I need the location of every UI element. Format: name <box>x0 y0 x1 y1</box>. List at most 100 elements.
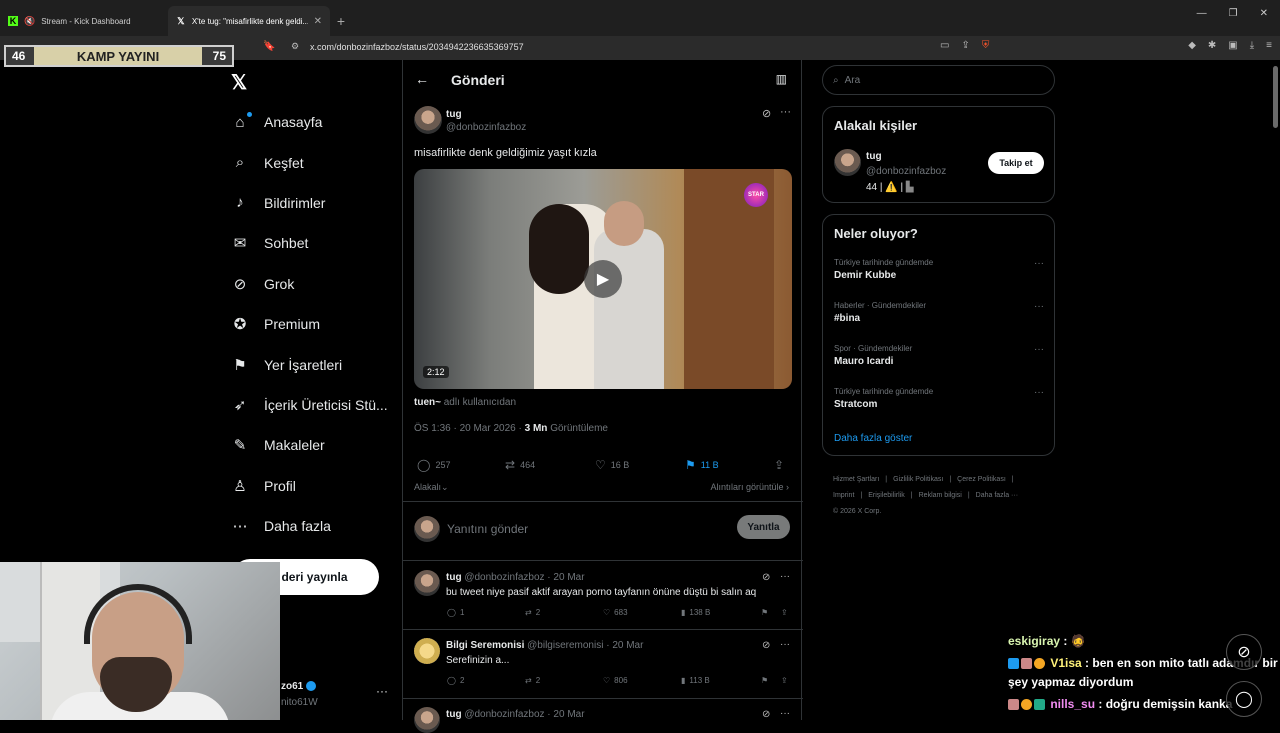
bookmark-action[interactable]: ⚑ <box>761 608 768 617</box>
nav-item-bookmarks[interactable]: ⚑ Yer İşaretleri <box>230 344 400 384</box>
more-options-icon[interactable]: ··· <box>780 639 790 650</box>
minimize-icon[interactable]: — <box>1197 8 1207 19</box>
footer-link[interactable]: Hizmet Şartları <box>833 476 879 483</box>
reply-author-name[interactable]: tug <box>446 572 462 583</box>
scrollbar[interactable] <box>1273 66 1278 128</box>
close-tab-icon[interactable]: ✕ <box>314 16 322 27</box>
mute-icon[interactable]: 🔇 <box>24 16 35 27</box>
avatar[interactable] <box>414 570 440 596</box>
share-action[interactable]: ⇪ <box>774 458 784 472</box>
nav-item-messages[interactable]: ✉ Sohbet <box>230 223 400 263</box>
footer-link[interactable]: Daha fazla ··· <box>976 492 1018 499</box>
close-window-icon[interactable]: ✕ <box>1260 8 1268 19</box>
tweet-author-name[interactable]: tug <box>446 109 462 120</box>
more-options-icon[interactable]: ··· <box>1034 258 1044 269</box>
nav-item-more[interactable]: ⋯ Daha fazla <box>230 506 400 546</box>
grok-icon[interactable]: ⊘ <box>762 572 770 583</box>
wallet-icon[interactable]: ▣ <box>1228 40 1237 51</box>
account-name[interactable]: zo61 <box>281 681 317 692</box>
bookmark-page-icon[interactable]: 🔖 <box>263 41 275 52</box>
chat-fab-icon[interactable]: ◯ <box>1226 681 1262 717</box>
bookmark-action[interactable]: ⚑ <box>761 676 768 685</box>
avatar[interactable] <box>414 638 440 664</box>
back-arrow-icon[interactable]: ← <box>415 71 429 87</box>
maximize-icon[interactable]: ❐ <box>1229 8 1238 19</box>
footer-link[interactable]: Çerez Politikası <box>957 476 1006 483</box>
tab-x-post[interactable]: 𝕏 X'te tug: "misafirlikte denk geldi... … <box>168 6 330 36</box>
more-options-icon[interactable]: ··· <box>1034 344 1044 355</box>
nav-item-grok[interactable]: ⊘ Grok <box>230 264 400 304</box>
nav-item-profile[interactable]: ♙ Profil <box>230 466 400 506</box>
download-icon[interactable]: ⤓ <box>1250 40 1254 51</box>
translator-name[interactable]: tuen~ <box>414 397 441 408</box>
reply-action[interactable]: ◯ 257 <box>417 458 450 472</box>
trend-item[interactable]: Türkiye tarihinde gündemde Stratcom ··· <box>834 387 1044 410</box>
nav-item-notifications[interactable]: ♪ Bildirimler <box>230 183 400 223</box>
footer-link[interactable]: Gizlilik Politikası <box>893 476 943 483</box>
related-user-handle[interactable]: @donbozinfazboz <box>866 166 946 177</box>
bookmark-action[interactable]: ⚑ 11 B <box>685 458 719 472</box>
nav-item-explore[interactable]: ⌕ Keşfet <box>230 142 400 182</box>
grok-fab-icon[interactable]: ⊘ <box>1226 634 1262 670</box>
share-action[interactable]: ⇪ <box>781 608 788 617</box>
brave-shield-icon[interactable]: ⛨ <box>982 40 990 51</box>
tweet-video[interactable]: STAR ▶ 2:12 <box>414 169 792 389</box>
nav-item-home[interactable]: ⌂ Anasayfa <box>230 102 400 142</box>
reply-action[interactable]: ◯ 2 <box>447 676 464 685</box>
grok-icon[interactable]: ⊘ <box>762 709 770 720</box>
nav-item-articles[interactable]: ✎ Makaleler <box>230 425 400 465</box>
trend-item[interactable]: Haberler · Gündemdekiler #bina ··· <box>834 301 1044 324</box>
reply-action[interactable]: ◯ 1 <box>447 608 464 617</box>
new-tab-button[interactable]: + <box>330 6 352 36</box>
grok-icon[interactable]: ⊘ <box>762 640 770 651</box>
play-icon[interactable]: ▶ <box>584 260 622 298</box>
nav-item-premium[interactable]: ✪ Premium <box>230 304 400 344</box>
reply-author-name[interactable]: Bilgi Seremonisi <box>446 640 524 651</box>
more-options-icon[interactable]: ··· <box>1034 387 1044 398</box>
puzzle-icon[interactable]: ✱ <box>1208 40 1216 51</box>
views-action[interactable]: ▮ 138 B <box>681 608 710 617</box>
nav-item-creator-studio[interactable]: ➶ İçerik Üreticisi Stü... <box>230 385 400 425</box>
account-more-icon[interactable]: ··· <box>376 684 388 698</box>
share-action[interactable]: ⇪ <box>781 676 788 685</box>
more-options-icon[interactable]: ··· <box>1034 301 1044 312</box>
avatar[interactable] <box>414 707 440 733</box>
follow-button[interactable]: Takip et <box>988 152 1044 174</box>
view-quotes-link[interactable]: Alıntıları görüntüle › <box>710 482 789 492</box>
menu-icon[interactable]: ≡ <box>1266 40 1272 51</box>
views-action[interactable]: ▮ 113 B <box>681 676 710 685</box>
cast-icon[interactable]: ▭ <box>940 40 949 51</box>
avatar[interactable] <box>834 149 861 176</box>
reply-author-name[interactable]: tug <box>446 709 462 720</box>
avatar[interactable] <box>414 106 442 134</box>
share-icon[interactable]: ⇪ <box>961 40 969 51</box>
like-action[interactable]: ♡ 683 <box>603 608 628 617</box>
trend-item[interactable]: Spor · Gündemdekiler Mauro Icardi ··· <box>834 344 1044 367</box>
retweet-action[interactable]: ⇄ 2 <box>525 608 540 617</box>
tab-kick-dashboard[interactable]: K 🔇 Stream - Kick Dashboard <box>0 6 168 36</box>
like-action[interactable]: ♡ 16 B <box>595 458 629 472</box>
footer-link[interactable]: Erişilebilirlik <box>868 492 905 499</box>
footer-link[interactable]: Reklam bilgisi <box>919 492 962 499</box>
tweet-author-handle[interactable]: @donbozinfazboz <box>446 122 526 133</box>
reader-mode-icon[interactable]: ▥ <box>776 72 787 86</box>
like-action[interactable]: ♡ 806 <box>603 676 628 685</box>
extension-icon[interactable]: ◆ <box>1188 40 1196 51</box>
trend-item[interactable]: Türkiye tarihinde gündemde Demir Kubbe ·… <box>834 258 1044 281</box>
reply-button[interactable]: Yanıtla <box>737 515 790 539</box>
sort-relevance-dropdown[interactable]: Alakalı⌄ <box>414 482 449 493</box>
more-options-icon[interactable]: ··· <box>780 106 791 118</box>
tweet-timestamp[interactable]: ÖS 1:36 · 20 Mar 2026 · <box>414 423 525 434</box>
more-options-icon[interactable]: ··· <box>780 571 790 582</box>
reply-tweet[interactable]: tug @donbozinfazboz · 20 Mar ⊘ ··· <box>403 699 803 733</box>
more-options-icon[interactable]: ··· <box>780 708 790 719</box>
reply-tweet[interactable]: Bilgi Seremonisi @bilgiseremonisi · 20 M… <box>403 630 803 699</box>
x-logo-icon[interactable]: 𝕏 <box>231 70 247 95</box>
search-input[interactable]: ⌕ Ara <box>822 65 1055 95</box>
retweet-action[interactable]: ⇄ 2 <box>525 676 540 685</box>
show-more-link[interactable]: Daha fazla göster <box>834 433 912 444</box>
site-info-icon[interactable]: ⚙ <box>291 41 299 52</box>
url-field[interactable]: x.com/donbozinfazboz/status/203494223663… <box>310 42 524 52</box>
retweet-action[interactable]: ⇄ 464 <box>505 458 535 472</box>
grok-icon[interactable]: ⊘ <box>762 107 771 120</box>
